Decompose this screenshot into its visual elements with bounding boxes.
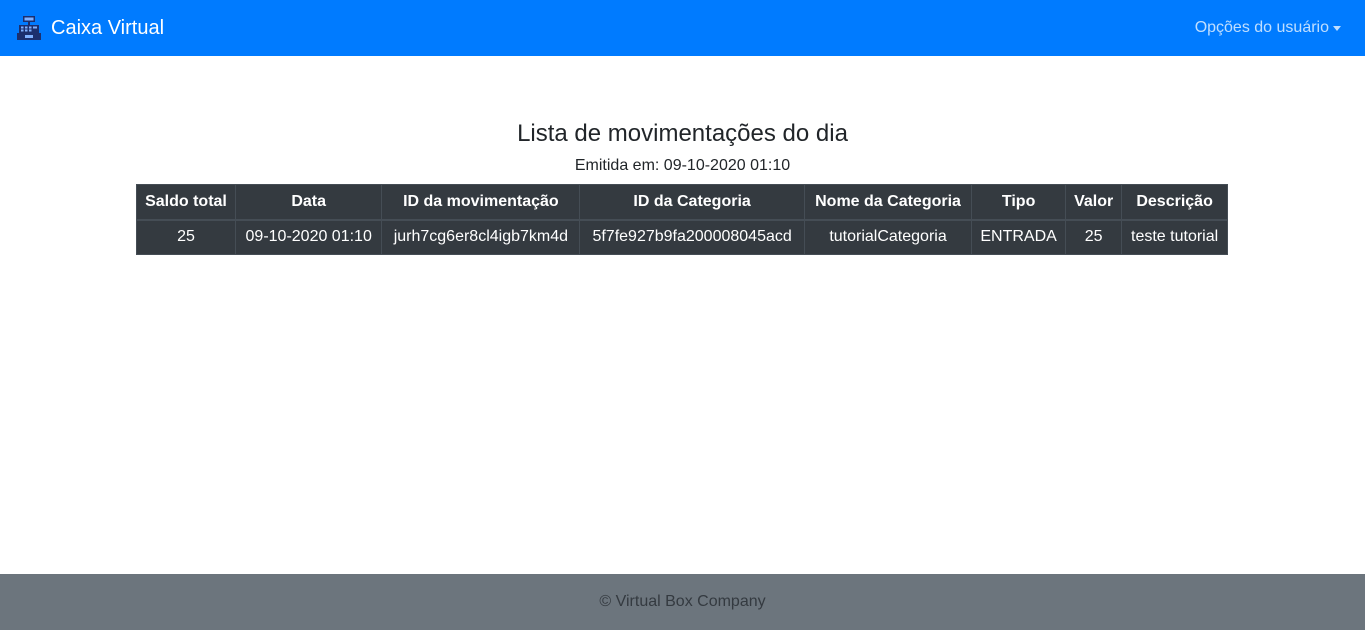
header-tipo: Tipo: [971, 184, 1067, 221]
cash-register-icon: [16, 15, 42, 41]
cell-nome-categoria: tutorialCategoria: [803, 219, 973, 255]
header-id-categoria: ID da Categoria: [579, 184, 805, 221]
brand-link[interactable]: Caixa Virtual: [16, 15, 164, 41]
table-header-row: Saldo total Data ID da movimentação ID d…: [136, 184, 1228, 221]
cell-tipo: ENTRADA: [971, 219, 1067, 255]
header-descricao: Descrição: [1121, 184, 1228, 221]
page-title: Lista de movimentações do dia: [517, 120, 848, 147]
cell-data: 09-10-2020 01:10: [234, 219, 383, 255]
table-row: 25 09-10-2020 01:10 jurh7cg6er8cl4igb7km…: [136, 219, 1228, 255]
header-valor: Valor: [1065, 184, 1123, 221]
cell-valor: 25: [1065, 219, 1123, 255]
navbar: Caixa Virtual Opções do usuário: [0, 0, 1365, 56]
emitted-date: Emitida em: 09-10-2020 01:10: [574, 157, 791, 174]
caret-down-icon: [1333, 26, 1341, 31]
header-saldo-total: Saldo total: [136, 184, 236, 221]
footer-copyright: © Virtual Box Company: [599, 593, 766, 610]
movements-table: Saldo total Data ID da movimentação ID d…: [136, 184, 1228, 255]
header-id-movimentacao: ID da movimentação: [381, 184, 581, 221]
user-options-label: Opções do usuário: [1194, 19, 1329, 36]
footer: © Virtual Box Company: [0, 574, 1365, 630]
cell-descricao: teste tutorial: [1121, 219, 1228, 255]
cell-saldo-total: 25: [136, 219, 236, 255]
cell-id-movimentacao: jurh7cg6er8cl4igb7km4d: [381, 219, 581, 255]
header-data: Data: [234, 184, 383, 221]
brand-title: Caixa Virtual: [51, 17, 165, 39]
cell-id-categoria: 5f7fe927b9fa200008045acd: [579, 219, 805, 255]
header-nome-categoria: Nome da Categoria: [803, 184, 973, 221]
user-options-dropdown[interactable]: Opções do usuário: [1195, 19, 1349, 37]
